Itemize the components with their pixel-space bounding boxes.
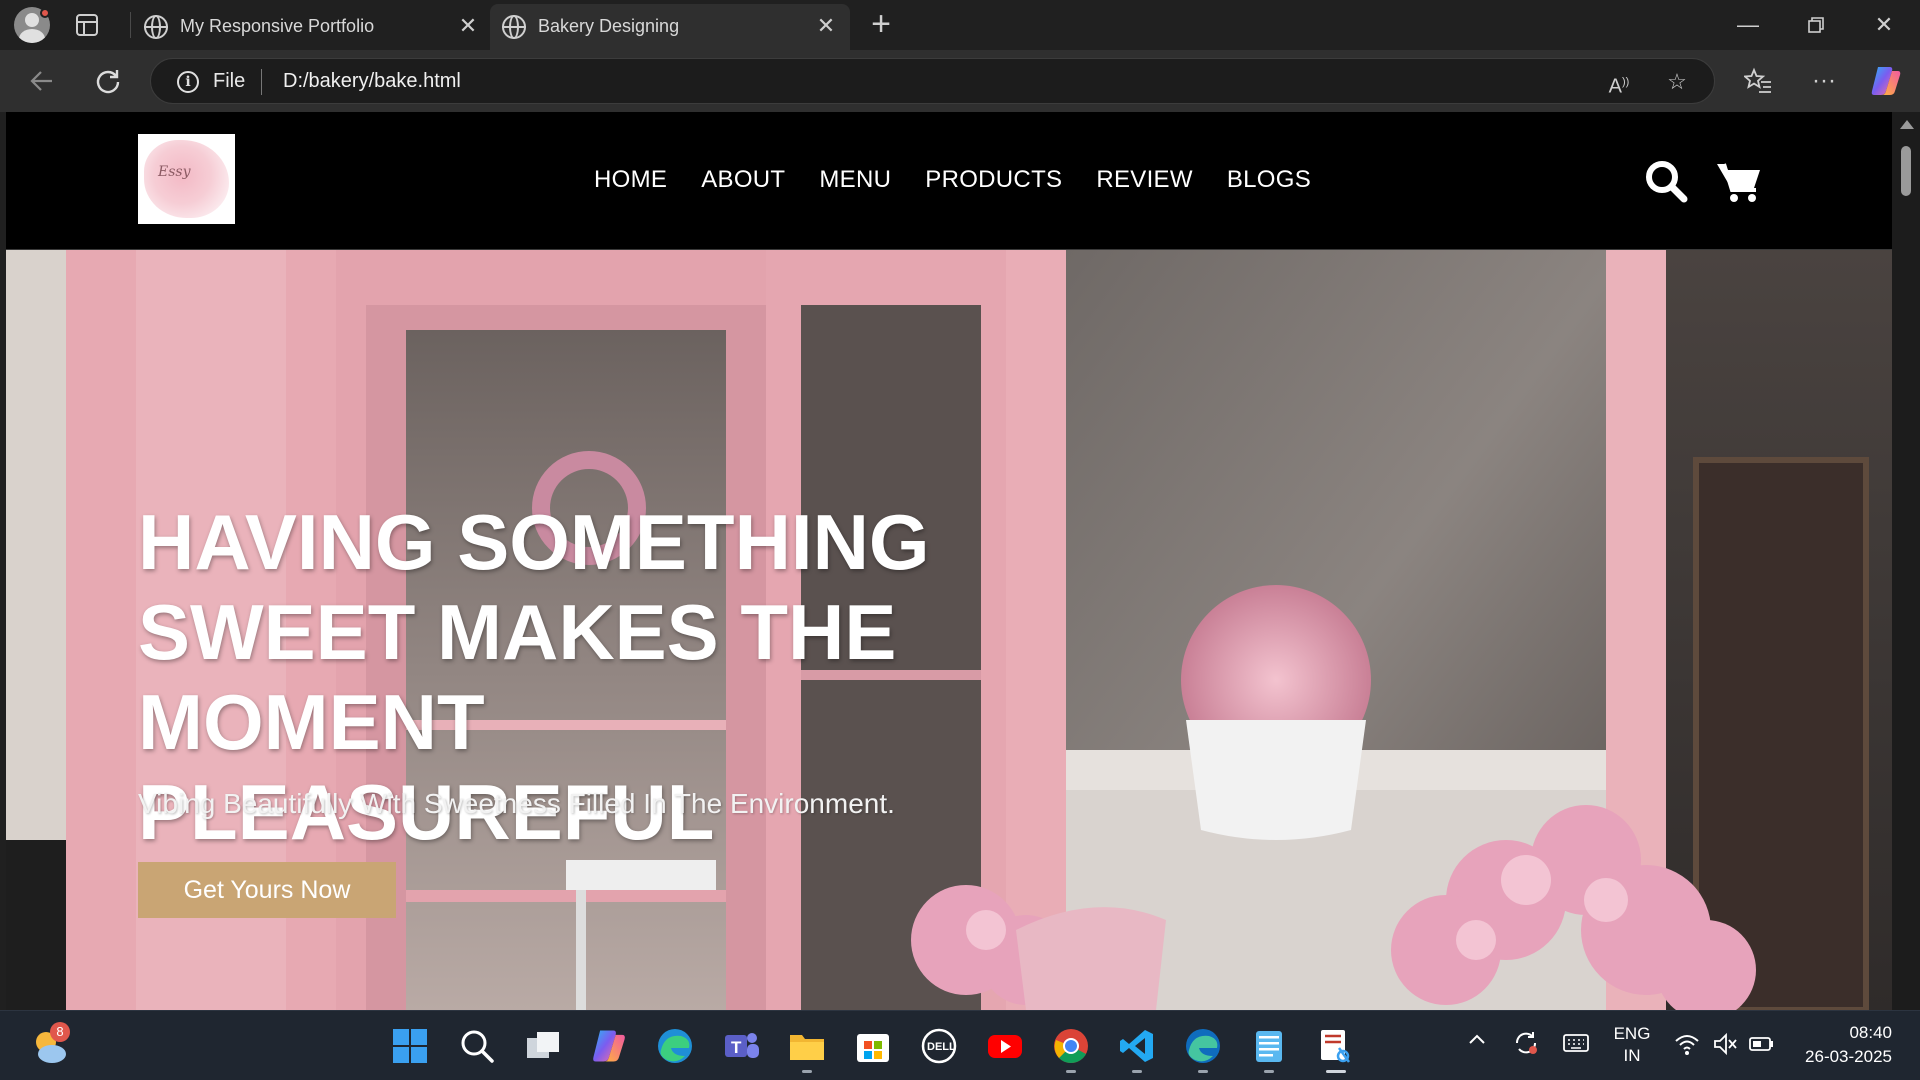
- dell-icon[interactable]: DELL: [919, 1026, 959, 1066]
- file-explorer-icon[interactable]: [787, 1026, 827, 1066]
- running-indicator: [1198, 1070, 1208, 1073]
- favorite-star-icon[interactable]: ☆: [1663, 68, 1691, 96]
- nav-about[interactable]: ABOUT: [701, 166, 785, 194]
- tab-my-responsive-portfolio[interactable]: My Responsive Portfolio ✕: [132, 4, 492, 50]
- window-close-icon[interactable]: ✕: [1864, 10, 1904, 40]
- nav-home[interactable]: HOME: [594, 166, 667, 194]
- notepad-icon[interactable]: [1249, 1026, 1289, 1066]
- get-yours-now-button[interactable]: Get Yours Now: [138, 862, 396, 918]
- profile-notification-dot: [40, 8, 50, 18]
- weather-badge: 8: [50, 1022, 70, 1042]
- edge-dev-icon[interactable]: [1183, 1026, 1223, 1066]
- url-text[interactable]: D:/bakery/bake.html: [283, 70, 461, 93]
- cart-icon[interactable]: [1714, 156, 1764, 206]
- globe-icon: [144, 15, 168, 39]
- address-bar[interactable]: i File D:/bakery/bake.html A)) ☆: [150, 58, 1715, 104]
- search-icon[interactable]: [1642, 156, 1692, 206]
- tab-separator: [130, 12, 131, 38]
- browser-tab-bar: My Responsive Portfolio ✕ Bakery Designi…: [0, 0, 1920, 50]
- hero-title-line: SWEET MAKES THE: [138, 588, 897, 676]
- running-indicator: [1132, 1070, 1142, 1073]
- active-indicator: [1326, 1070, 1346, 1073]
- nav-products[interactable]: PRODUCTS: [925, 166, 1062, 194]
- browser-toolbar: i File D:/bakery/bake.html A)) ☆ ···: [0, 50, 1920, 112]
- running-indicator: [802, 1070, 812, 1073]
- nav-menu[interactable]: MENU: [819, 166, 891, 194]
- globe-icon: [502, 15, 526, 39]
- nav-blogs[interactable]: BLOGS: [1227, 166, 1311, 194]
- tab-title: Bakery Designing: [538, 16, 680, 36]
- hero-title-line: MOMENT PLEASUREFUL: [138, 678, 715, 856]
- new-tab-icon[interactable]: +: [866, 7, 896, 41]
- svg-text:DELL: DELL: [927, 1041, 956, 1053]
- info-icon[interactable]: i: [177, 71, 199, 93]
- restore-icon[interactable]: [1796, 10, 1836, 40]
- battery-icon[interactable]: [1748, 1031, 1776, 1062]
- language-indicator[interactable]: ENG IN: [1612, 1023, 1652, 1067]
- scheme-label: File: [213, 70, 246, 92]
- minimize-icon[interactable]: —: [1728, 10, 1768, 40]
- language-code: ENG: [1613, 1024, 1651, 1043]
- microsoft-store-icon[interactable]: [853, 1026, 893, 1066]
- snipping-tool-icon[interactable]: [1315, 1026, 1355, 1066]
- start-icon[interactable]: [390, 1026, 430, 1066]
- close-icon[interactable]: ✕: [812, 12, 840, 40]
- logo-text: Essy: [158, 164, 191, 180]
- tab-title: My Responsive Portfolio: [180, 16, 375, 36]
- copilot-icon[interactable]: [589, 1026, 629, 1066]
- keyboard-icon[interactable]: [1562, 1031, 1590, 1060]
- youtube-icon[interactable]: [985, 1026, 1025, 1066]
- page-viewport: Essy HOME ABOUT MENU PRODUCTS REVIEW BLO…: [6, 112, 1892, 1010]
- vscode-icon[interactable]: [1117, 1026, 1157, 1066]
- weather-icon[interactable]: 8: [30, 1022, 70, 1066]
- windows-taskbar: 8 T DELL ENG IN 08:40 26-03-2025: [0, 1010, 1920, 1080]
- main-nav: HOME ABOUT MENU PRODUCTS REVIEW BLOGS: [594, 166, 1311, 194]
- more-icon[interactable]: ···: [1804, 61, 1844, 101]
- chevron-up-icon[interactable]: [1466, 1029, 1488, 1057]
- clock[interactable]: 08:40 26-03-2025: [1796, 1021, 1892, 1069]
- favorites-icon[interactable]: [1738, 61, 1778, 101]
- chrome-icon[interactable]: [1051, 1026, 1091, 1066]
- teams-icon[interactable]: T: [721, 1026, 761, 1066]
- close-icon[interactable]: ✕: [454, 12, 482, 40]
- back-icon[interactable]: [22, 61, 62, 101]
- site-logo[interactable]: Essy: [138, 134, 235, 224]
- running-indicator: [1264, 1070, 1274, 1073]
- address-separator: [261, 69, 262, 95]
- copilot-icon[interactable]: [1868, 63, 1904, 99]
- logo-mark: Essy: [144, 140, 229, 218]
- site-header: Essy HOME ABOUT MENU PRODUCTS REVIEW BLO…: [6, 112, 1892, 250]
- volume-muted-icon[interactable]: [1712, 1031, 1738, 1062]
- search-icon[interactable]: [457, 1026, 497, 1066]
- hero-subtitle: Vibing Beautifully With Sweetness Filled…: [138, 788, 895, 819]
- clock-time: 08:40: [1849, 1023, 1892, 1042]
- hero-title-line: HAVING SOMETHING: [138, 498, 930, 586]
- running-indicator: [1066, 1070, 1076, 1073]
- scroll-up-icon[interactable]: [1900, 120, 1914, 129]
- scroll-thumb[interactable]: [1901, 146, 1911, 196]
- edge-icon[interactable]: [655, 1026, 695, 1066]
- tab-actions-icon[interactable]: [76, 14, 98, 36]
- sync-icon[interactable]: [1512, 1029, 1540, 1062]
- nav-review[interactable]: REVIEW: [1096, 166, 1192, 194]
- region-code: IN: [1623, 1046, 1641, 1065]
- page-scrollbar[interactable]: [1892, 112, 1920, 1010]
- tab-bakery-designing[interactable]: Bakery Designing ✕: [490, 4, 850, 50]
- refresh-icon[interactable]: [88, 61, 128, 101]
- wifi-icon[interactable]: [1674, 1031, 1700, 1062]
- clock-date: 26-03-2025: [1805, 1047, 1892, 1066]
- hero-section: HAVING SOMETHING SWEET MAKES THE MOMENT …: [6, 250, 1892, 1010]
- read-aloud-icon[interactable]: A)): [1605, 68, 1633, 98]
- task-view-icon[interactable]: [523, 1026, 563, 1066]
- svg-text:T: T: [731, 1038, 742, 1057]
